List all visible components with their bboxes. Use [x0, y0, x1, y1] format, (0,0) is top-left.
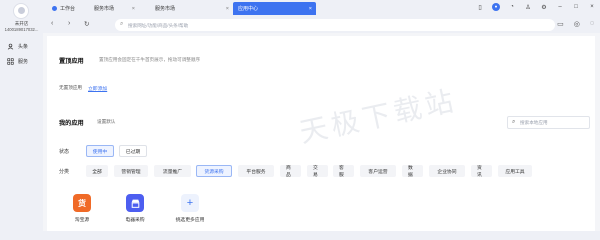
- window-controls: ▯ ● ◔ ♙ ⚙ – □ ×: [476, 3, 596, 11]
- user-icon: [7, 43, 14, 50]
- close-icon[interactable]: ×: [309, 6, 312, 12]
- category-data[interactable]: 数据: [402, 165, 423, 178]
- avatar-icon[interactable]: ●: [492, 3, 500, 11]
- tab-workbench[interactable]: 工作台: [47, 2, 87, 15]
- search-icon: ⌕: [120, 21, 124, 27]
- shop-icon: [126, 194, 144, 212]
- folder-icon[interactable]: ▭: [557, 20, 564, 28]
- grid-icon: [7, 58, 14, 65]
- pinned-title: 置顶应用: [59, 58, 84, 65]
- category-enterprise[interactable]: 企业协同: [429, 165, 465, 177]
- search-input[interactable]: [128, 20, 548, 30]
- sidebar-item-headline[interactable]: 头条: [7, 43, 28, 50]
- tab-label: 服务市场: [94, 6, 115, 12]
- plus-icon: +: [181, 194, 199, 212]
- category-news[interactable]: 资讯: [471, 165, 492, 178]
- forward-icon[interactable]: ›: [68, 20, 70, 27]
- category-customer-ops[interactable]: 客户运营: [360, 165, 396, 177]
- taoyuan-icon: 货: [73, 194, 91, 212]
- search-icon: ⌕: [512, 119, 516, 125]
- app-name: 电器采购: [125, 218, 145, 223]
- refresh-circle-icon[interactable]: ◎: [574, 20, 580, 28]
- my-apps-title: 我的应用: [59, 120, 84, 127]
- tab-service-market-2[interactable]: 服务市场 ×: [150, 2, 233, 15]
- settings-icon[interactable]: ⚙: [540, 4, 548, 11]
- category-all[interactable]: 全部: [86, 165, 108, 177]
- app-item-taoyuan[interactable]: 货 淘宝源: [62, 194, 102, 223]
- status-in-use[interactable]: 使用中: [86, 145, 114, 157]
- bell-icon[interactable]: ◔: [508, 4, 516, 10]
- local-app-search-input[interactable]: [520, 118, 586, 127]
- avatar[interactable]: [13, 3, 29, 19]
- tab-label: 应用中心: [238, 6, 259, 12]
- category-label: 分类: [59, 169, 70, 175]
- set-default-link[interactable]: 设置默认: [97, 119, 115, 125]
- close-icon[interactable]: ×: [132, 6, 135, 12]
- refresh-icon[interactable]: ↻: [84, 20, 89, 28]
- pinned-desc: 置顶应用会固定在千牛首页展示，拖动可调整顺序: [99, 57, 201, 62]
- url-box: ⌕: [115, 19, 555, 31]
- app-item-more[interactable]: + 挑选更多应用: [165, 194, 215, 223]
- sidebar-item-label: 头条: [18, 44, 29, 50]
- minimize-icon[interactable]: –: [556, 4, 564, 10]
- category-goods[interactable]: 商品: [280, 165, 301, 178]
- category-cs[interactable]: 客服: [333, 165, 354, 178]
- category-trade[interactable]: 交易: [307, 165, 328, 178]
- phone-icon[interactable]: ▯: [476, 4, 484, 11]
- sidebar-item-label: 服务: [18, 59, 29, 65]
- sidebar: 未开店 1400189017032... 头条 服务: [0, 0, 43, 231]
- address-bar: ‹ › ↻ ⌕ ▭ ◎ ◌: [43, 17, 600, 33]
- pinned-empty-text: 无置顶应用: [59, 85, 82, 90]
- category-platform[interactable]: 平台服务: [238, 165, 274, 177]
- category-sourcing[interactable]: 货源采购: [196, 165, 232, 177]
- category-marketing[interactable]: 营销管理: [114, 165, 148, 177]
- tab-service-market-1[interactable]: 服务市场 ×: [89, 2, 139, 15]
- category-traffic[interactable]: 流量推广: [154, 165, 191, 177]
- tab-label: 服务市场: [155, 6, 176, 12]
- local-app-search: ⌕: [507, 116, 590, 129]
- tab-app-center[interactable]: 应用中心 ×: [233, 2, 316, 15]
- add-pinned-link[interactable]: 立即添加: [88, 85, 107, 92]
- tab-bar: 工作台 服务市场 × 服务市场 × 应用中心 × ▯ ● ◔ ♙ ⚙ – □ ×: [43, 0, 600, 17]
- maximize-icon[interactable]: □: [572, 4, 580, 10]
- sidebar-item-service[interactable]: 服务: [7, 58, 28, 65]
- app-name: 淘宝源: [74, 218, 90, 223]
- main-content: 置顶应用 置顶应用会固定在千牛首页展示，拖动可调整顺序 无置顶应用 立即添加 我…: [43, 33, 600, 231]
- workbench-icon: [52, 6, 57, 11]
- app-center-card: 置顶应用 置顶应用会固定在千牛首页展示，拖动可调整顺序 无置顶应用 立即添加 我…: [47, 36, 595, 231]
- close-icon[interactable]: ×: [588, 4, 596, 10]
- close-icon[interactable]: ×: [226, 6, 229, 12]
- shirt-icon[interactable]: ♙: [524, 4, 532, 11]
- chat-icon[interactable]: ◌: [590, 20, 594, 28]
- category-tools[interactable]: 应用工具: [498, 165, 532, 177]
- app-name: 挑选更多应用: [175, 218, 205, 223]
- status-label: 状态: [59, 149, 70, 155]
- status-expired[interactable]: 已过期: [119, 145, 147, 157]
- profile-id: 1400189017032...: [4, 27, 39, 32]
- address-bar-tools: ▭ ◎ ◌: [557, 20, 594, 28]
- app-item-appliance[interactable]: 电器采购: [115, 194, 155, 223]
- back-icon[interactable]: ‹: [51, 20, 53, 27]
- tab-label: 工作台: [60, 6, 76, 12]
